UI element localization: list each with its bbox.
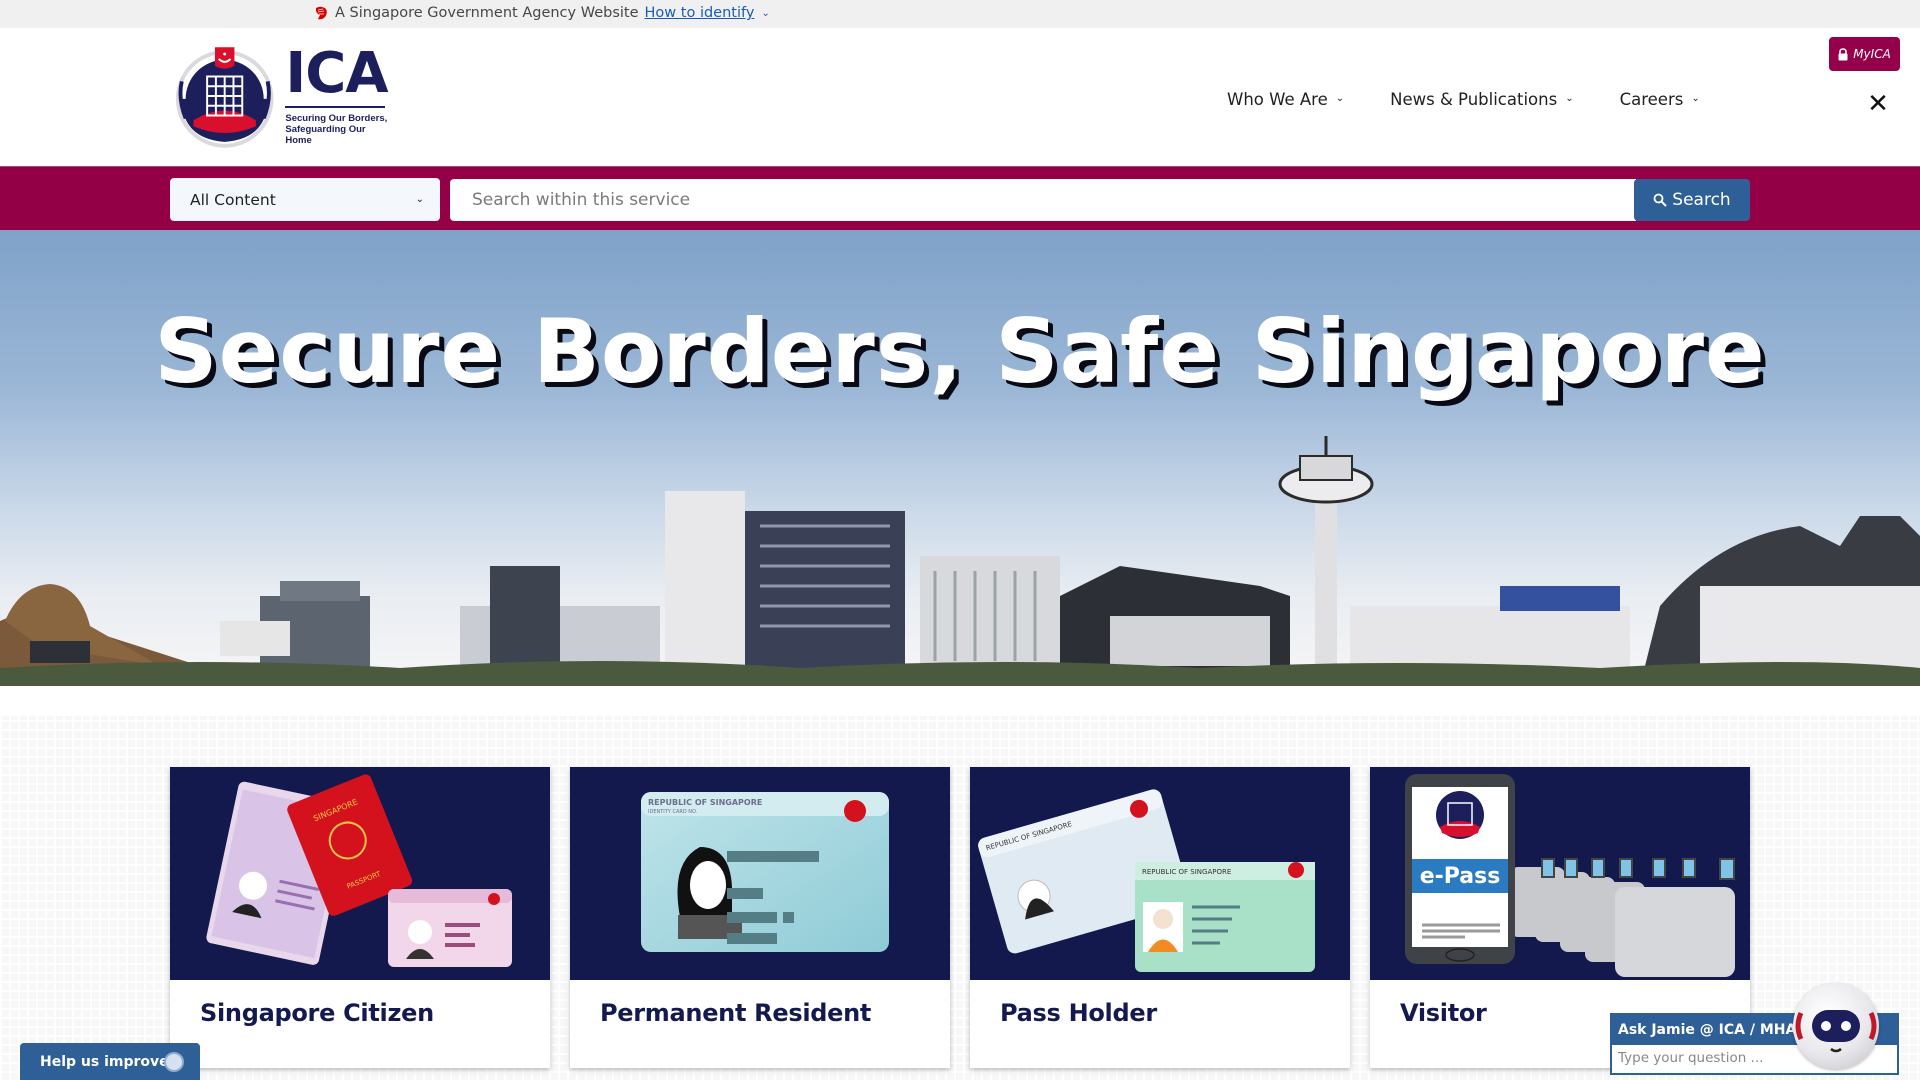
logo-tagline: Safeguarding Our Home	[285, 123, 366, 146]
logo-tagline: Securing Our Borders,	[285, 112, 388, 124]
svg-text:IDENTITY CARD NO.: IDENTITY CARD NO.	[648, 809, 698, 815]
search-icon	[1653, 193, 1668, 207]
main-nav: Who We Are ⌄ News & Publications ⌄ Caree…	[1227, 90, 1746, 109]
card-title: Permanent Resident	[600, 999, 872, 1027]
pass-cards-image: REPUBLIC OF SINGAPORE REPUBLIC OF SINGAP…	[970, 767, 1350, 980]
search-scope-select[interactable]: All Content ⌄	[170, 178, 440, 221]
passport-and-ic-image: SINGAPORE PASSPORT	[170, 767, 550, 980]
ica-logo[interactable]: ICA Securing Our Borders, Safeguarding O…	[172, 38, 392, 153]
card-permanent-resident[interactable]: REPUBLIC OF SINGAPORE IDENTITY CARD NO. …	[570, 767, 950, 1068]
feedback-label: Help us improve	[40, 1053, 169, 1070]
nav-who-we-are[interactable]: Who We Are ⌄	[1227, 90, 1344, 109]
e-pass-gates-image: e-Pass	[1370, 767, 1750, 980]
card-title: Pass Holder	[1000, 999, 1157, 1027]
chevron-down-icon: ⌄	[1691, 93, 1700, 104]
nav-label: Careers	[1619, 90, 1684, 109]
svg-text:REPUBLIC OF SINGAPORE: REPUBLIC OF SINGAPORE	[1142, 868, 1231, 876]
myica-button[interactable]: MyICA	[1829, 37, 1900, 71]
smiley-icon	[164, 1052, 184, 1072]
chevron-down-icon: ⌄	[415, 194, 424, 205]
lock-icon	[1838, 47, 1848, 60]
search-button-label: Search	[1672, 190, 1731, 210]
government-masthead: A Singapore Government Agency Website Ho…	[0, 0, 1920, 28]
logo-divider	[285, 105, 386, 108]
chevron-down-icon: ⌄	[1335, 93, 1345, 104]
hero-title: Secure Borders, Safe Singapore	[154, 300, 1766, 403]
singapore-lion-icon	[316, 6, 327, 20]
site-header: ICA Securing Our Borders, Safeguarding O…	[0, 28, 1920, 166]
masthead-text: A Singapore Government Agency Website	[335, 5, 639, 21]
feedback-button[interactable]: Help us improve	[20, 1043, 200, 1080]
nav-label: Who We Are	[1227, 90, 1328, 109]
close-icon[interactable]: ✕	[1866, 89, 1890, 119]
identity-card-image: REPUBLIC OF SINGAPORE IDENTITY CARD NO.	[570, 767, 950, 980]
nav-label: News & Publications	[1390, 90, 1558, 109]
hero-banner: Secure Borders, Safe Singapore	[0, 230, 1920, 686]
nav-news-publications[interactable]: News & Publications ⌄	[1390, 90, 1573, 109]
search-button[interactable]: Search	[1634, 179, 1750, 221]
svg-text:e-Pass: e-Pass	[1420, 864, 1501, 889]
search-input[interactable]	[450, 179, 1636, 221]
how-to-identify-link[interactable]: How to identify	[645, 5, 755, 21]
chevron-down-icon[interactable]: ⌄	[761, 8, 769, 19]
search-bar: All Content ⌄ Search	[0, 166, 1920, 230]
chevron-down-icon: ⌄	[1565, 93, 1574, 104]
card-pass-holder[interactable]: REPUBLIC OF SINGAPORE REPUBLIC OF SINGAP…	[970, 767, 1350, 1068]
card-title: Visitor	[1400, 999, 1487, 1027]
card-singapore-citizen[interactable]: SINGAPORE PASSPORT Singapore Citizen	[170, 767, 550, 1068]
search-scope-value: All Content	[190, 190, 276, 209]
nav-careers[interactable]: Careers ⌄	[1620, 90, 1700, 109]
ica-crest-icon	[175, 46, 274, 148]
logo-wordmark: ICA	[285, 40, 388, 106]
card-title: Singapore Citizen	[200, 999, 434, 1027]
singapore-checkpoints-skyline-image	[0, 436, 1920, 686]
jamie-robot-avatar-icon[interactable]	[1793, 983, 1879, 1069]
svg-text:REPUBLIC OF SINGAPORE: REPUBLIC OF SINGAPORE	[648, 798, 762, 807]
myica-label: MyICA	[1853, 47, 1891, 61]
